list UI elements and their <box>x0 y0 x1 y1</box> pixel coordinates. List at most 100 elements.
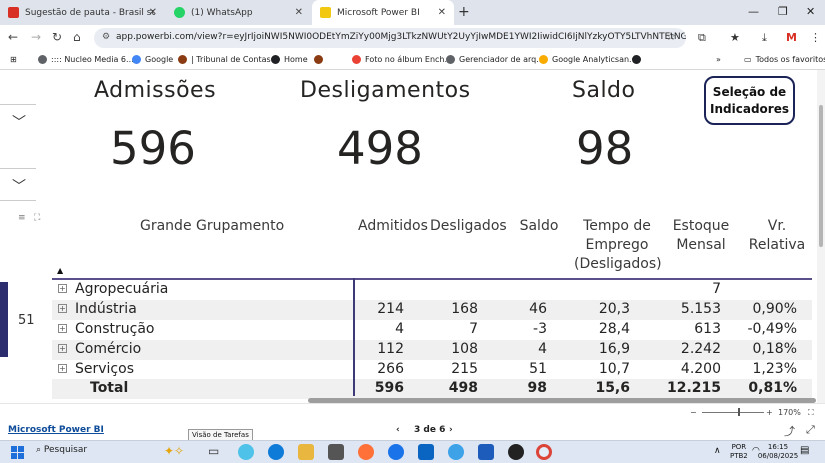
expand-icon[interactable]: + <box>58 364 67 373</box>
word-icon[interactable] <box>478 444 494 460</box>
sort-ascending-icon[interactable]: ▲ <box>57 266 63 275</box>
back-icon[interactable]: ← <box>8 30 18 44</box>
all-bookmarks[interactable]: ▭ Todos os favoritos <box>744 55 825 64</box>
bookmark-item[interactable] <box>314 55 327 64</box>
restore-icon[interactable]: ❐ <box>778 5 788 18</box>
site-info-icon[interactable]: ⚙ <box>102 32 110 42</box>
close-tab-icon[interactable]: ✕ <box>438 7 446 18</box>
cell-estoque: 2.242 <box>680 341 721 357</box>
cell-estoque: 5.153 <box>680 301 721 317</box>
menu-icon[interactable]: ⋮ <box>810 31 821 44</box>
sparkle-icon[interactable]: ✦✧ <box>164 444 184 460</box>
outlook-icon[interactable] <box>418 444 434 460</box>
expand-icon[interactable]: + <box>58 344 67 353</box>
close-tab-icon[interactable]: ✕ <box>295 7 303 18</box>
download-icon[interactable]: ⤓ <box>762 31 767 45</box>
bookmark-item[interactable] <box>632 55 645 64</box>
tab-gmail[interactable]: Sugestão de pauta - Brasil supe ✕ <box>0 0 165 25</box>
task-view-icon[interactable]: ▭ <box>208 444 224 460</box>
table-total-row[interactable]: Total 596 498 98 15,6 12.215 0,81% <box>52 379 812 399</box>
language-indicator[interactable]: POR PTB2 <box>730 443 748 461</box>
profile-icon[interactable]: M <box>786 31 797 44</box>
col-desligados[interactable]: Desligados <box>430 217 507 236</box>
firefox-icon[interactable] <box>358 444 374 460</box>
fit-page-icon[interactable]: ⛶ <box>808 408 814 418</box>
left-accent-bar <box>0 282 8 357</box>
bookmark-item[interactable]: Home <box>271 55 308 64</box>
close-window-icon[interactable]: ✕ <box>806 5 815 18</box>
focus-mode-icon[interactable]: ⛶ <box>34 213 40 223</box>
extensions-icon[interactable]: ⧉ <box>698 31 706 45</box>
zoom-slider[interactable] <box>702 412 764 413</box>
powerbi-link[interactable]: Microsoft Power BI <box>8 425 104 435</box>
next-page-icon[interactable]: › <box>449 425 453 435</box>
table-row[interactable]: + Serviços 266 215 51 10,7 4.200 1,23% <box>52 360 812 380</box>
vertical-scrollbar[interactable] <box>817 70 825 403</box>
address-bar[interactable]: ⚙ app.powerbi.com/view?r=eyJrIjoiNWI5NWI… <box>94 28 686 48</box>
chevron-down-icon[interactable]: ﹀ <box>12 176 26 196</box>
col-vr-relativa[interactable]: Vr. Relativa <box>748 217 806 255</box>
bookmarks-icon[interactable]: ★ <box>730 31 740 44</box>
chevron-down-icon[interactable]: ﹀ <box>12 112 26 132</box>
scrollbar-thumb[interactable] <box>819 105 823 247</box>
bookmark-item[interactable]: Gerenciador de arq... <box>446 55 544 64</box>
selecao-indicadores-button[interactable]: Seleção de Indicadores <box>704 76 795 125</box>
chrome-icon[interactable] <box>388 444 404 460</box>
prev-page-icon[interactable]: ‹ <box>396 425 400 435</box>
close-tab-icon[interactable]: ✕ <box>149 7 157 18</box>
taskbar-search[interactable]: ⌕ Pesquisar <box>36 445 87 455</box>
clock[interactable]: 16:15 06/08/2025 <box>752 443 800 461</box>
col-estoque-mensal[interactable]: Estoque Mensal <box>670 217 732 255</box>
fullscreen-icon[interactable]: ⤢ <box>806 423 815 437</box>
reload-icon[interactable]: ↻ <box>52 30 62 44</box>
table-row[interactable]: + Indústria 214 168 46 20,3 5.153 0,90% <box>52 300 812 320</box>
side-number: 51 <box>18 313 35 328</box>
apps-icon[interactable]: ⊞ <box>10 55 17 64</box>
cell-estoque: 7 <box>712 281 721 297</box>
windows-start-icon[interactable] <box>11 446 24 459</box>
expand-icon[interactable]: + <box>58 324 67 333</box>
file-explorer-icon[interactable] <box>298 444 314 460</box>
share-icon[interactable]: ⤴ <box>784 423 795 439</box>
app-icon[interactable] <box>328 444 344 460</box>
app-icon[interactable] <box>508 444 524 460</box>
expand-icon[interactable]: + <box>58 284 67 293</box>
zoom-in-icon[interactable]: + <box>766 408 773 417</box>
search-icon: ⌕ <box>36 445 44 455</box>
table-row[interactable]: + Comércio 112 108 4 16,9 2.242 0,18% <box>52 340 812 360</box>
expand-icon[interactable]: + <box>58 304 67 313</box>
col-saldo[interactable]: Saldo <box>518 217 560 236</box>
col-tempo-emprego[interactable]: Tempo de Emprego (Desligados) <box>574 217 662 274</box>
tray-expand-icon[interactable]: ∧ <box>714 447 721 456</box>
bookmark-item[interactable]: Foto no álbum Ench... <box>352 55 452 64</box>
more-bookmarks-icon[interactable]: » <box>716 55 721 64</box>
copilot-icon[interactable] <box>238 444 254 460</box>
col-admitidos[interactable]: Admitidos <box>358 217 428 236</box>
kpi-admissoes-value: 596 <box>110 122 196 175</box>
browser-tab-strip: Sugestão de pauta - Brasil supe ✕ (1) Wh… <box>0 0 825 25</box>
zoom-slider-knob[interactable] <box>738 408 740 416</box>
chrome-active-icon[interactable] <box>536 444 552 460</box>
bookmark-item[interactable]: :::: Nucleo Media 6.... <box>38 55 136 64</box>
bookmark-item[interactable]: | Tribunal de Contas... <box>178 55 278 64</box>
bookmark-item[interactable]: Google <box>132 55 173 64</box>
cell-desligados: 498 <box>448 380 478 396</box>
forward-icon[interactable]: → <box>31 30 41 44</box>
bookmark-item[interactable]: Google Analyticsan... <box>539 55 637 64</box>
bookmark-star-icon[interactable]: ☆ <box>666 30 676 43</box>
zoom-out-icon[interactable]: − <box>690 408 697 417</box>
home-icon[interactable]: ⌂ <box>73 30 81 44</box>
tab-whatsapp[interactable]: (1) WhatsApp ✕ <box>166 0 311 25</box>
app-icon[interactable] <box>448 444 464 460</box>
new-tab-icon[interactable]: + <box>458 4 470 20</box>
minimize-icon[interactable]: — <box>748 5 759 18</box>
tab-powerbi[interactable]: Microsoft Power BI ✕ <box>312 0 454 25</box>
table-row[interactable]: + Construção 4 7 -3 28,4 613 -0,49% <box>52 320 812 340</box>
table-row[interactable]: + Agropecuária 7 <box>52 280 812 300</box>
filter-icon[interactable]: ≡ <box>18 213 26 223</box>
cell-saldo: 46 <box>529 301 547 317</box>
edge-icon[interactable] <box>268 444 284 460</box>
col-grande-grupamento[interactable]: Grande Grupamento <box>140 217 284 236</box>
notifications-icon[interactable]: ▤ <box>800 446 809 456</box>
bookmarks-bar: ⊞ :::: Nucleo Media 6.... Google | Tribu… <box>0 51 825 70</box>
